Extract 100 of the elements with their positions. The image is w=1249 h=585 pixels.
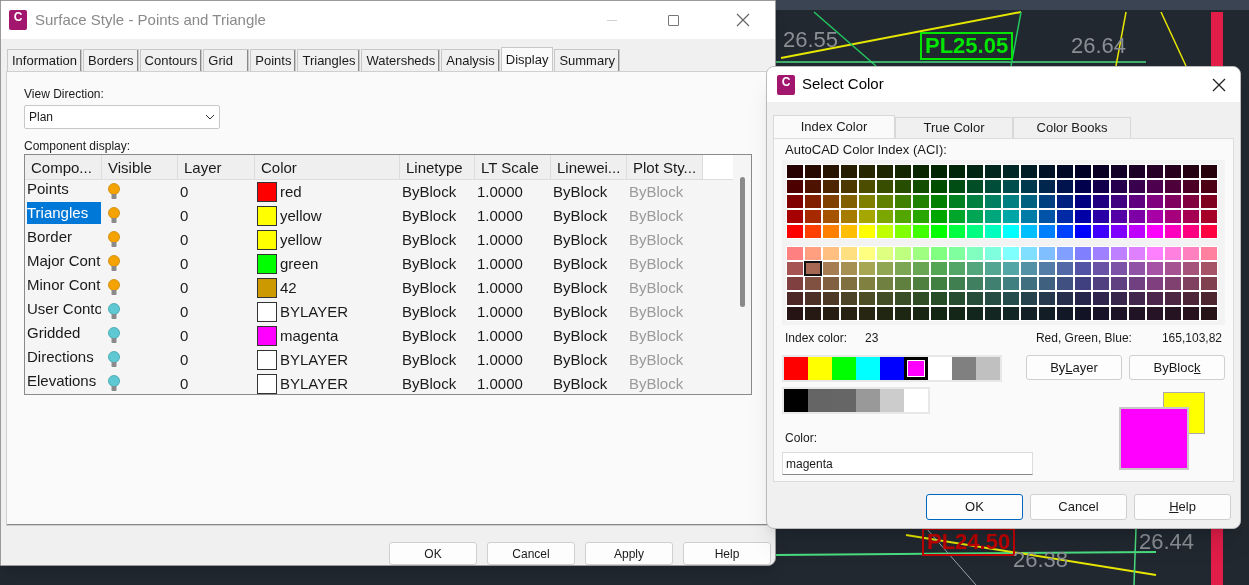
dialog-button[interactable]: Apply xyxy=(585,542,673,565)
color-swatch[interactable] xyxy=(928,357,952,380)
tab[interactable]: Triangles xyxy=(297,49,361,71)
table-cell: 0 xyxy=(180,302,189,320)
dialog-button[interactable]: Help xyxy=(1134,494,1231,520)
color-swatch[interactable] xyxy=(808,389,832,412)
table-cell[interactable]: Directions xyxy=(27,345,101,368)
dialog-button[interactable]: Cancel xyxy=(1030,494,1127,520)
color-swatch[interactable] xyxy=(976,357,1000,380)
tab[interactable]: Watersheds xyxy=(361,49,441,71)
app-logo-icon: C xyxy=(9,10,27,30)
table-cell-text: BYLAYER xyxy=(280,373,349,394)
table-cell-text: 42 xyxy=(280,277,297,298)
lightbulb-icon[interactable] xyxy=(108,375,120,393)
color-swatch[interactable] xyxy=(856,357,880,380)
lightbulb-icon[interactable] xyxy=(108,327,120,345)
table-cell: ByBlock xyxy=(553,182,608,200)
table-cell[interactable]: Major Cont xyxy=(27,249,101,272)
tab[interactable]: Index Color xyxy=(773,115,895,138)
lightbulb-icon[interactable] xyxy=(108,183,120,201)
tab[interactable]: Color Books xyxy=(1013,117,1131,138)
close-icon[interactable] xyxy=(1212,77,1226,92)
rgb-label: Red, Green, Blue: xyxy=(1035,330,1132,347)
palette-label: AutoCAD Color Index (ACI): xyxy=(784,142,948,158)
color-swatch[interactable] xyxy=(952,357,976,380)
table-cell-text: green xyxy=(280,253,319,274)
table-cell: 0 xyxy=(180,374,189,392)
tab[interactable]: Analysis xyxy=(441,49,500,71)
column-header[interactable]: Linewei... xyxy=(551,155,627,179)
tab[interactable]: Points xyxy=(250,49,297,71)
table-cell: ByBlock xyxy=(553,278,608,296)
table-cell: ByBlock xyxy=(553,302,608,320)
lightbulb-icon[interactable] xyxy=(108,279,120,297)
dialog-button[interactable]: OK xyxy=(389,542,477,565)
table-cell: 0 xyxy=(180,326,189,344)
table-cell[interactable]: Border xyxy=(27,225,101,248)
dialog-button[interactable]: OK xyxy=(926,494,1023,520)
column-header[interactable]: LT Scale xyxy=(475,155,551,179)
lightbulb-icon[interactable] xyxy=(108,207,120,225)
table-cell: ByBlock xyxy=(402,254,457,272)
table-cell: ByBlock xyxy=(629,302,684,320)
table-cell-text: BYLAYER xyxy=(280,301,349,322)
table-cell[interactable]: Elevations xyxy=(27,369,101,392)
lightbulb-icon[interactable] xyxy=(108,255,120,273)
tab[interactable]: Borders xyxy=(83,49,139,71)
view-direction-dropdown[interactable]: Plan xyxy=(24,105,220,129)
color-swatch[interactable] xyxy=(808,357,832,380)
drawing-label: 26.55 xyxy=(782,28,840,52)
table-cell: 1.0000 xyxy=(477,302,523,320)
color-swatch[interactable] xyxy=(856,389,880,412)
dialog-button[interactable]: Cancel xyxy=(487,542,575,565)
table-cell: 1.0000 xyxy=(477,230,523,248)
lightbulb-icon[interactable] xyxy=(108,303,120,321)
color-swatch[interactable] xyxy=(880,357,904,380)
table-cell: 0 xyxy=(180,206,189,224)
column-header[interactable]: Color xyxy=(255,155,400,179)
table-cell: 1.0000 xyxy=(477,374,523,392)
app-logo-icon: C xyxy=(777,74,795,95)
field-label: View Direction: xyxy=(24,86,105,102)
column-header[interactable]: Linetype xyxy=(400,155,475,179)
table-cell: ByBlock xyxy=(629,278,684,296)
color-swatch[interactable] xyxy=(904,389,928,412)
tab[interactable]: True Color xyxy=(895,117,1013,138)
window-title: Surface Style - Points and Triangle xyxy=(35,9,267,30)
window-title: Select Color xyxy=(802,74,885,95)
tab[interactable]: Grid xyxy=(203,49,250,71)
tab[interactable]: Information xyxy=(7,49,83,71)
color-swatch[interactable] xyxy=(880,389,904,412)
tab[interactable]: Display xyxy=(500,47,554,71)
color-palette-grid[interactable] xyxy=(786,246,1218,321)
color-swatch[interactable] xyxy=(832,389,856,412)
color-mode-button[interactable]: ByLayer xyxy=(1026,355,1122,380)
tab[interactable]: Contours xyxy=(139,49,203,71)
column-header[interactable]: Compo... xyxy=(25,155,102,179)
table-cell: 1.0000 xyxy=(477,254,523,272)
table-cell: ByBlock xyxy=(553,254,608,272)
table-cell: 0 xyxy=(180,230,189,248)
table-cell: ByBlock xyxy=(629,254,684,272)
table-cell[interactable]: Triangles xyxy=(27,201,101,224)
color-swatch[interactable] xyxy=(784,357,808,380)
lightbulb-icon[interactable] xyxy=(108,231,120,249)
table-cell[interactable]: Gridded xyxy=(27,321,101,344)
color-swatch[interactable] xyxy=(832,357,856,380)
lightbulb-icon[interactable] xyxy=(108,351,120,369)
color-name-field[interactable]: magenta xyxy=(782,452,1033,475)
tab[interactable]: Summary xyxy=(554,49,620,71)
color-swatch[interactable] xyxy=(904,357,928,380)
column-header[interactable]: Layer xyxy=(178,155,255,179)
table-cell[interactable]: Points xyxy=(27,177,101,200)
scrollbar-thumb[interactable] xyxy=(739,177,745,307)
dialog-button[interactable]: Help xyxy=(683,542,771,565)
color-mode-button[interactable]: ByBlock xyxy=(1129,355,1225,380)
color-palette-grid[interactable] xyxy=(786,164,1218,239)
table-cell: ByBlock xyxy=(402,326,457,344)
column-header[interactable]: Plot Sty... xyxy=(627,155,703,179)
table-cell: 0 xyxy=(180,350,189,368)
color-swatch[interactable] xyxy=(784,389,808,412)
column-header[interactable]: Visible xyxy=(102,155,178,179)
table-cell[interactable]: Minor Cont xyxy=(27,273,101,296)
table-cell: ByBlock xyxy=(402,302,457,320)
